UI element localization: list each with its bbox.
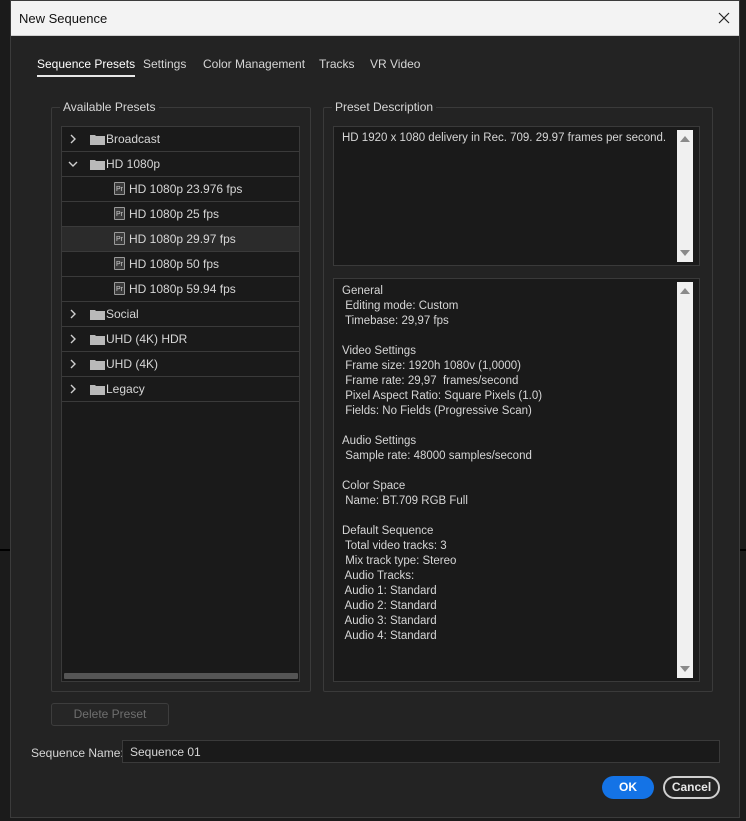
scroll-down-arrow-icon[interactable] (680, 250, 690, 257)
folder-icon (90, 135, 105, 145)
info-line: General (342, 285, 383, 297)
premiere-preset-icon: Pr (114, 182, 125, 195)
tree-preset-hd-1080p-5994[interactable]: Pr HD 1080p 59.94 fps (62, 277, 299, 302)
folder-icon (90, 310, 105, 320)
tree-horizontal-scrollbar[interactable] (64, 673, 298, 679)
info-line: Total video tracks: 3 (342, 540, 447, 552)
ok-button[interactable]: OK (602, 776, 654, 799)
tree-item-label: UHD (4K) (106, 357, 159, 371)
chevron-down-icon[interactable] (68, 159, 78, 169)
preset-description-box[interactable]: HD 1920 x 1080 delivery in Rec. 709. 29.… (333, 126, 700, 266)
info-line: Name: BT.709 RGB Full (342, 495, 468, 507)
tab-color-management[interactable]: Color Management (203, 57, 305, 71)
background-edge-right (740, 549, 746, 551)
chevron-right-icon[interactable] (68, 134, 78, 144)
sequence-name-input[interactable] (122, 740, 720, 763)
scroll-up-arrow-icon[interactable] (680, 287, 690, 294)
sequence-name-label: Sequence Name: (31, 746, 124, 760)
new-sequence-dialog: New Sequence Sequence Presets Settings C… (10, 0, 740, 818)
tree-preset-hd-1080p-50[interactable]: Pr HD 1080p 50 fps (62, 252, 299, 277)
close-button[interactable] (709, 1, 739, 35)
window-title: New Sequence (19, 11, 108, 26)
available-presets-label: Available Presets (60, 100, 159, 114)
tab-sequence-presets[interactable]: Sequence Presets (37, 57, 136, 77)
preset-info-box[interactable]: General Editing mode: Custom Timebase: 2… (333, 278, 700, 682)
scroll-down-arrow-icon[interactable] (680, 666, 690, 673)
preset-description-label: Preset Description (332, 100, 437, 114)
scroll-up-arrow-icon[interactable] (680, 135, 690, 142)
presets-tree: Broadcast HD 1080p Pr HD 1080p 23.976 fp… (61, 126, 300, 682)
tree-item-label: HD 1080p 50 fps (129, 257, 220, 271)
tab-vr-video[interactable]: VR Video (370, 57, 420, 71)
info-line: Frame rate: 29,97 frames/second (342, 375, 519, 387)
tree-item-label: HD 1080p (106, 157, 161, 171)
info-line: Pixel Aspect Ratio: Square Pixels (1.0) (342, 390, 543, 402)
preset-description-text: HD 1920 x 1080 delivery in Rec. 709. 29.… (342, 132, 667, 144)
tree-folder-broadcast[interactable]: Broadcast (62, 127, 299, 152)
info-line: Audio Settings (342, 435, 417, 447)
tree-folder-social[interactable]: Social (62, 302, 299, 327)
tree-item-label: HD 1080p 25 fps (129, 207, 220, 221)
premiere-preset-icon: Pr (114, 257, 125, 270)
folder-icon (90, 160, 105, 170)
premiere-preset-icon: Pr (114, 232, 125, 245)
info-line: Color Space (342, 480, 406, 492)
cancel-button[interactable]: Cancel (663, 776, 720, 799)
tree-preset-hd-1080p-2997[interactable]: Pr HD 1080p 29.97 fps (62, 227, 299, 252)
info-line: Audio Tracks: (342, 570, 415, 582)
tree-item-label: HD 1080p 23.976 fps (129, 182, 243, 196)
tree-folder-legacy[interactable]: Legacy (62, 377, 299, 402)
premiere-preset-icon: Pr (114, 207, 125, 220)
info-line: Video Settings (342, 345, 416, 357)
tab-settings[interactable]: Settings (143, 57, 186, 71)
tree-folder-hd-1080p[interactable]: HD 1080p (62, 152, 299, 177)
delete-preset-button[interactable]: Delete Preset (51, 703, 169, 726)
tree-item-label: HD 1080p 29.97 fps (129, 232, 236, 246)
info-line: Editing mode: Custom (342, 300, 459, 312)
folder-icon (90, 335, 105, 345)
info-line: Audio 3: Standard (342, 615, 437, 627)
info-line: Audio 2: Standard (342, 600, 437, 612)
folder-icon (90, 360, 105, 370)
info-line: Sample rate: 48000 samples/second (342, 450, 532, 462)
chevron-right-icon[interactable] (68, 334, 78, 344)
chevron-right-icon[interactable] (68, 384, 78, 394)
tree-preset-hd-1080p-25[interactable]: Pr HD 1080p 25 fps (62, 202, 299, 227)
folder-icon (90, 385, 105, 395)
info-vertical-scrollbar[interactable] (677, 282, 693, 678)
info-line: Audio 4: Standard (342, 630, 437, 642)
close-icon (718, 12, 730, 24)
tree-item-label: UHD (4K) HDR (106, 332, 188, 346)
chevron-right-icon[interactable] (68, 309, 78, 319)
info-line: Mix track type: Stereo (342, 555, 457, 567)
tree-folder-uhd-4k[interactable]: UHD (4K) (62, 352, 299, 377)
title-bar: New Sequence (11, 1, 739, 36)
tree-item-label: HD 1080p 59.94 fps (129, 282, 236, 296)
tree-item-label: Legacy (106, 382, 145, 396)
tree-item-label: Social (106, 307, 139, 321)
tab-tracks[interactable]: Tracks (319, 57, 355, 71)
info-line: Frame size: 1920h 1080v (1,0000) (342, 360, 521, 372)
description-vertical-scrollbar[interactable] (677, 130, 693, 262)
info-line: Fields: No Fields (Progressive Scan) (342, 405, 532, 417)
tree-item-label: Broadcast (106, 132, 161, 146)
premiere-preset-icon: Pr (114, 282, 125, 295)
info-line: Audio 1: Standard (342, 585, 437, 597)
info-line: Default Sequence (342, 525, 434, 537)
info-line: Timebase: 29,97 fps (342, 315, 449, 327)
tree-preset-hd-1080p-23976[interactable]: Pr HD 1080p 23.976 fps (62, 177, 299, 202)
chevron-right-icon[interactable] (68, 359, 78, 369)
tree-folder-uhd-4k-hdr[interactable]: UHD (4K) HDR (62, 327, 299, 352)
